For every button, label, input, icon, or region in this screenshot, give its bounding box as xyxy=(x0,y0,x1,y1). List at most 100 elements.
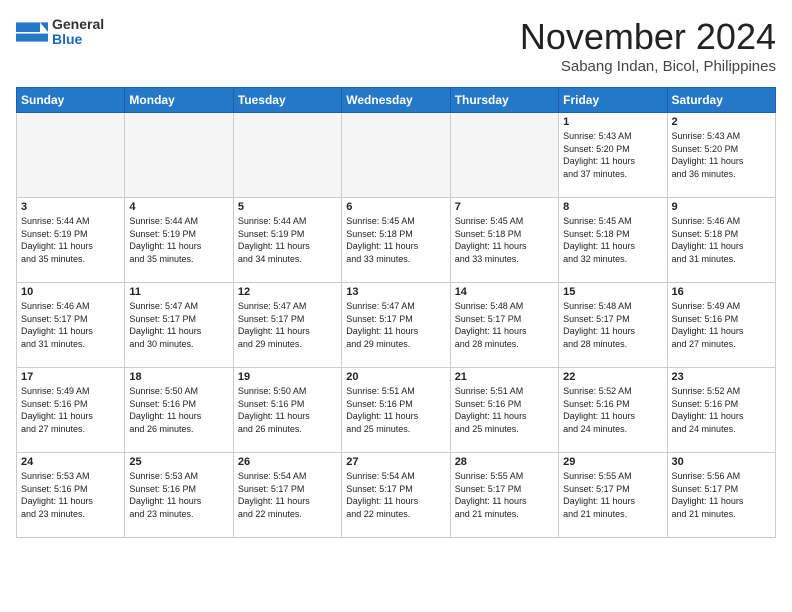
day-number: 2 xyxy=(672,116,771,128)
day-number: 29 xyxy=(563,456,662,468)
title-block: November 2024 Sabang Indan, Bicol, Phili… xyxy=(520,16,776,75)
calendar-day-cell: 25Sunrise: 5:53 AM Sunset: 5:16 PM Dayli… xyxy=(125,453,233,538)
day-number: 20 xyxy=(346,371,445,383)
calendar-day-cell: 14Sunrise: 5:48 AM Sunset: 5:17 PM Dayli… xyxy=(450,283,558,368)
calendar-day-cell: 22Sunrise: 5:52 AM Sunset: 5:16 PM Dayli… xyxy=(559,368,667,453)
calendar-day-cell: 7Sunrise: 5:45 AM Sunset: 5:18 PM Daylig… xyxy=(450,198,558,283)
calendar-day-cell xyxy=(450,113,558,198)
calendar-day-cell: 23 Sunrise: 5:52 AM Sunset: 5:16 PM Dayli… xyxy=(667,368,775,453)
day-info: Sunrise: 5:55 AM Sunset: 5:17 PM Dayligh… xyxy=(563,470,662,520)
day-number: 13 xyxy=(346,286,445,298)
day-info: Sunrise: 5:45 AM Sunset: 5:18 PM Dayligh… xyxy=(346,215,445,265)
day-info: Sunrise: 5:55 AM Sunset: 5:17 PM Dayligh… xyxy=(455,470,554,520)
logo-general: General xyxy=(52,17,104,32)
calendar-day-cell: 17 Sunrise: 5:49 AM Sunset: 5:16 PM Dayli… xyxy=(17,368,125,453)
calendar-week-row: 17 Sunrise: 5:49 AM Sunset: 5:16 PM Dayli… xyxy=(17,368,776,453)
day-number: 16 xyxy=(672,286,771,298)
calendar-table: SundayMondayTuesdayWednesdayThursdayFrid… xyxy=(16,87,776,538)
day-info: Sunrise: 5:47 AM Sunset: 5:17 PM Dayligh… xyxy=(129,300,228,350)
calendar-day-cell: 30Sunrise: 5:56 AM Sunset: 5:17 PM Dayli… xyxy=(667,453,775,538)
day-info: Sunrise: 5:54 AM Sunset: 5:17 PM Dayligh… xyxy=(238,470,337,520)
day-number: 6 xyxy=(346,201,445,213)
day-number: 27 xyxy=(346,456,445,468)
calendar-day-cell xyxy=(342,113,450,198)
day-info: Sunrise: 5:47 AM Sunset: 5:17 PM Dayligh… xyxy=(346,300,445,350)
day-info: Sunrise: 5:53 AM Sunset: 5:16 PM Dayligh… xyxy=(21,470,120,520)
calendar-body: 1 Sunrise: 5:43 AM Sunset: 5:20 PM Daylig… xyxy=(17,113,776,538)
day-info: Sunrise: 5:43 AM Sunset: 5:20 PM Dayligh… xyxy=(672,130,771,180)
calendar-day-cell: 27 Sunrise: 5:54 AM Sunset: 5:17 PM Dayli… xyxy=(342,453,450,538)
day-info: Sunrise: 5:45 AM Sunset: 5:18 PM Dayligh… xyxy=(563,215,662,265)
weekday-header: Wednesday xyxy=(342,88,450,113)
calendar-day-cell: 18 Sunrise: 5:50 AM Sunset: 5:16 PM Dayli… xyxy=(125,368,233,453)
day-number: 18 xyxy=(129,371,228,383)
day-number: 19 xyxy=(238,371,337,383)
logo-text: General Blue xyxy=(52,17,104,48)
day-number: 12 xyxy=(238,286,337,298)
calendar-day-cell xyxy=(125,113,233,198)
weekday-header: Monday xyxy=(125,88,233,113)
day-info: Sunrise: 5:52 AM Sunset: 5:16 PM Dayligh… xyxy=(672,385,771,435)
day-info: Sunrise: 5:51 AM Sunset: 5:16 PM Dayligh… xyxy=(455,385,554,435)
calendar-day-cell: 15Sunrise: 5:48 AM Sunset: 5:17 PM Dayli… xyxy=(559,283,667,368)
calendar-day-cell: 11 Sunrise: 5:47 AM Sunset: 5:17 PM Dayli… xyxy=(125,283,233,368)
day-info: Sunrise: 5:49 AM Sunset: 5:16 PM Dayligh… xyxy=(672,300,771,350)
day-number: 3 xyxy=(21,201,120,213)
weekday-header: Tuesday xyxy=(233,88,341,113)
calendar-day-cell: 3 Sunrise: 5:44 AM Sunset: 5:19 PM Daylig… xyxy=(17,198,125,283)
calendar-day-cell: 20 Sunrise: 5:51 AM Sunset: 5:16 PM Dayli… xyxy=(342,368,450,453)
day-info: Sunrise: 5:54 AM Sunset: 5:17 PM Dayligh… xyxy=(346,470,445,520)
day-number: 17 xyxy=(21,371,120,383)
calendar-week-row: 1 Sunrise: 5:43 AM Sunset: 5:20 PM Daylig… xyxy=(17,113,776,198)
day-number: 23 xyxy=(672,371,771,383)
day-number: 21 xyxy=(455,371,554,383)
weekday-header: Saturday xyxy=(667,88,775,113)
day-info: Sunrise: 5:49 AM Sunset: 5:16 PM Dayligh… xyxy=(21,385,120,435)
calendar-day-cell: 2 Sunrise: 5:43 AM Sunset: 5:20 PM Daylig… xyxy=(667,113,775,198)
logo-blue: Blue xyxy=(52,32,104,47)
calendar-header: SundayMondayTuesdayWednesdayThursdayFrid… xyxy=(17,88,776,113)
weekday-row: SundayMondayTuesdayWednesdayThursdayFrid… xyxy=(17,88,776,113)
day-number: 4 xyxy=(129,201,228,213)
day-number: 26 xyxy=(238,456,337,468)
day-number: 22 xyxy=(563,371,662,383)
calendar-day-cell xyxy=(17,113,125,198)
calendar-day-cell: 13 Sunrise: 5:47 AM Sunset: 5:17 PM Dayli… xyxy=(342,283,450,368)
day-number: 1 xyxy=(563,116,662,128)
calendar-day-cell: 21 Sunrise: 5:51 AM Sunset: 5:16 PM Dayli… xyxy=(450,368,558,453)
logo-icon xyxy=(16,16,48,48)
calendar-day-cell: 16 Sunrise: 5:49 AM Sunset: 5:16 PM Dayli… xyxy=(667,283,775,368)
weekday-header: Thursday xyxy=(450,88,558,113)
day-number: 14 xyxy=(455,286,554,298)
day-number: 28 xyxy=(455,456,554,468)
day-info: Sunrise: 5:43 AM Sunset: 5:20 PM Dayligh… xyxy=(563,130,662,180)
day-info: Sunrise: 5:44 AM Sunset: 5:19 PM Dayligh… xyxy=(129,215,228,265)
weekday-header: Sunday xyxy=(17,88,125,113)
day-info: Sunrise: 5:47 AM Sunset: 5:17 PM Dayligh… xyxy=(238,300,337,350)
day-info: Sunrise: 5:51 AM Sunset: 5:16 PM Dayligh… xyxy=(346,385,445,435)
day-info: Sunrise: 5:48 AM Sunset: 5:17 PM Dayligh… xyxy=(563,300,662,350)
day-number: 7 xyxy=(455,201,554,213)
calendar-day-cell xyxy=(233,113,341,198)
calendar-day-cell: 9 Sunrise: 5:46 AM Sunset: 5:18 PM Daylig… xyxy=(667,198,775,283)
day-info: Sunrise: 5:44 AM Sunset: 5:19 PM Dayligh… xyxy=(21,215,120,265)
calendar-week-row: 10Sunrise: 5:46 AM Sunset: 5:17 PM Dayli… xyxy=(17,283,776,368)
calendar-day-cell: 6 Sunrise: 5:45 AM Sunset: 5:18 PM Daylig… xyxy=(342,198,450,283)
day-number: 9 xyxy=(672,201,771,213)
day-number: 24 xyxy=(21,456,120,468)
day-number: 11 xyxy=(129,286,228,298)
logo: General Blue xyxy=(16,16,104,48)
calendar-day-cell: 5Sunrise: 5:44 AM Sunset: 5:19 PM Daylig… xyxy=(233,198,341,283)
location-subtitle: Sabang Indan, Bicol, Philippines xyxy=(520,58,776,75)
day-number: 25 xyxy=(129,456,228,468)
calendar-day-cell: 1 Sunrise: 5:43 AM Sunset: 5:20 PM Daylig… xyxy=(559,113,667,198)
page-header: General Blue November 2024 Sabang Indan,… xyxy=(16,16,776,75)
day-info: Sunrise: 5:46 AM Sunset: 5:18 PM Dayligh… xyxy=(672,215,771,265)
weekday-header: Friday xyxy=(559,88,667,113)
calendar-day-cell: 24 Sunrise: 5:53 AM Sunset: 5:16 PM Dayli… xyxy=(17,453,125,538)
calendar-week-row: 24 Sunrise: 5:53 AM Sunset: 5:16 PM Dayli… xyxy=(17,453,776,538)
day-info: Sunrise: 5:50 AM Sunset: 5:16 PM Dayligh… xyxy=(129,385,228,435)
calendar-day-cell: 26 Sunrise: 5:54 AM Sunset: 5:17 PM Dayli… xyxy=(233,453,341,538)
calendar-day-cell: 12 Sunrise: 5:47 AM Sunset: 5:17 PM Dayli… xyxy=(233,283,341,368)
day-number: 5 xyxy=(238,201,337,213)
